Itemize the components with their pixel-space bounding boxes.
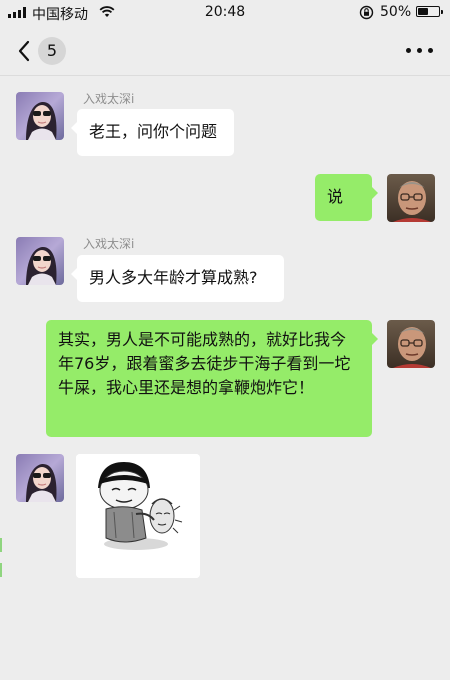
sender-name: 入戏太深i	[83, 237, 135, 251]
message-bubble-outgoing[interactable]: 说	[315, 174, 378, 221]
back-button[interactable]: 5	[14, 37, 74, 65]
message-text: 男人多大年龄才算成熟?	[89, 268, 258, 287]
message-text: 老王，问你个问题	[89, 122, 218, 141]
message-bubble-incoming[interactable]: 男人多大年龄才算成熟?	[71, 255, 284, 302]
message-text: 说	[327, 187, 344, 206]
battery-percent: 50%	[380, 4, 412, 20]
more-icon-dot	[417, 48, 422, 53]
meme-sticker-image[interactable]	[76, 454, 200, 578]
self-avatar[interactable]	[387, 320, 435, 368]
unread-count-badge: 5	[38, 37, 66, 65]
status-bar: 中国移动 20:48 50%	[0, 0, 450, 26]
contact-avatar[interactable]	[16, 92, 64, 140]
battery-icon	[416, 6, 443, 17]
message-bubble-outgoing[interactable]: 其实，男人是不可能成熟的，就好比我今年76岁，跟着蜜多去徒步干海子看到一坨牛屎，…	[46, 320, 378, 437]
more-icon-dot	[428, 48, 433, 53]
edge-indicator	[0, 563, 2, 577]
sender-name: 入戏太深i	[83, 92, 135, 106]
chevron-left-icon	[18, 40, 30, 62]
more-icon	[406, 48, 411, 53]
message-text: 其实，男人是不可能成熟的，就好比我今年76岁，跟着蜜多去徒步干海子看到一坨牛屎，…	[58, 330, 351, 397]
message-bubble-incoming[interactable]: 老王，问你个问题	[71, 109, 234, 156]
rotation-lock-icon	[359, 5, 374, 20]
more-button[interactable]	[406, 40, 434, 60]
edge-indicator	[0, 538, 2, 552]
contact-avatar[interactable]	[16, 454, 64, 502]
self-avatar[interactable]	[387, 174, 435, 222]
contact-avatar[interactable]	[16, 237, 64, 285]
chat-header: 5	[0, 26, 450, 76]
